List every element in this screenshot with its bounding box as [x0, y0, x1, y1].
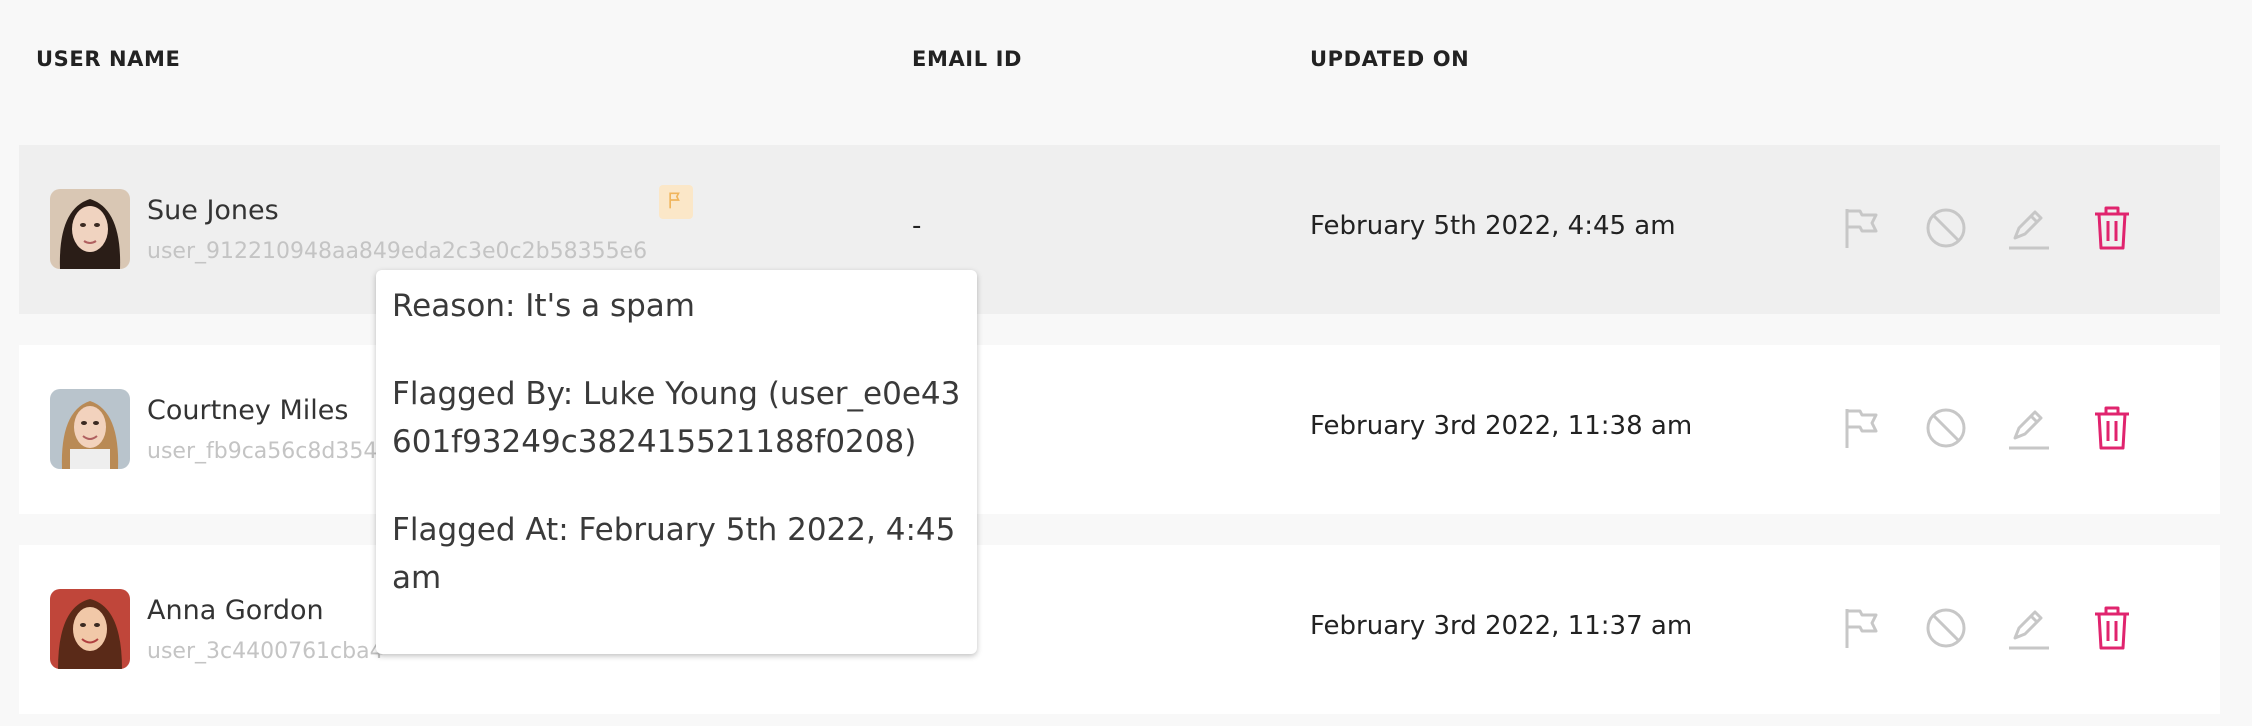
table-row[interactable]: Sue Jones user_912210948aa849eda2c3e0c2b…: [19, 145, 2220, 314]
delete-button[interactable]: [2085, 403, 2139, 457]
header-user-name: USER NAME: [36, 47, 181, 71]
row-actions: [1835, 203, 2165, 257]
table-header: USER NAME EMAIL ID UPDATED ON: [0, 0, 2252, 116]
user-name: Sue Jones: [147, 195, 279, 226]
avatar: [50, 389, 130, 469]
header-updated-on: UPDATED ON: [1310, 47, 1470, 71]
user-name: Anna Gordon: [147, 595, 324, 626]
delete-button[interactable]: [2085, 203, 2139, 257]
flag-details-tooltip: Reason: It's a spam Flagged By: Luke You…: [376, 270, 977, 654]
flag-button[interactable]: [1835, 603, 1889, 657]
table-row[interactable]: Anna Gordon user_3c4400761cba4 February …: [19, 545, 2220, 714]
user-id: user_3c4400761cba4: [147, 639, 384, 664]
row-actions: [1835, 403, 2165, 457]
avatar: [50, 589, 130, 669]
flag-icon: [1842, 206, 1882, 255]
trash-icon: [2092, 205, 2132, 256]
edit-button[interactable]: [2002, 203, 2056, 257]
flag-icon: [1842, 606, 1882, 655]
user-name: Courtney Miles: [147, 395, 349, 426]
pencil-icon: [2007, 606, 2051, 655]
flag-icon: [666, 190, 686, 215]
row-actions: [1835, 603, 2165, 657]
updated-on-value: February 3rd 2022, 11:37 am: [1310, 611, 1693, 641]
block-icon: [1924, 206, 1968, 255]
block-button[interactable]: [1919, 403, 1973, 457]
pencil-icon: [2007, 206, 2051, 255]
user-id: user_912210948aa849eda2c3e0c2b58355e6: [147, 239, 648, 264]
trash-icon: [2092, 405, 2132, 456]
edit-button[interactable]: [2002, 403, 2056, 457]
block-icon: [1924, 606, 1968, 655]
edit-button[interactable]: [2002, 603, 2056, 657]
block-button[interactable]: [1919, 203, 1973, 257]
block-button[interactable]: [1919, 603, 1973, 657]
trash-icon: [2092, 605, 2132, 656]
block-icon: [1924, 406, 1968, 455]
flagged-at: Flagged At: February 5th 2022, 4:45 am: [392, 512, 956, 596]
pencil-icon: [2007, 406, 2051, 455]
flag-reason: Reason: It's a spam: [392, 288, 695, 324]
user-id: user_fb9ca56c8d354: [147, 439, 378, 464]
flag-button[interactable]: [1835, 403, 1889, 457]
header-email-id: EMAIL ID: [912, 47, 1023, 71]
updated-on-value: February 5th 2022, 4:45 am: [1310, 211, 1676, 241]
delete-button[interactable]: [2085, 603, 2139, 657]
updated-on-value: February 3rd 2022, 11:38 am: [1310, 411, 1693, 441]
table-row[interactable]: Courtney Miles user_fb9ca56c8d354 Februa…: [19, 345, 2220, 514]
flagged-by: Flagged By: Luke Young (user_e0e43601f93…: [392, 376, 961, 460]
flag-icon: [1842, 406, 1882, 455]
avatar: [50, 189, 130, 269]
flagged-badge[interactable]: [659, 185, 693, 219]
email-value: -: [912, 211, 922, 241]
flag-button[interactable]: [1835, 203, 1889, 257]
